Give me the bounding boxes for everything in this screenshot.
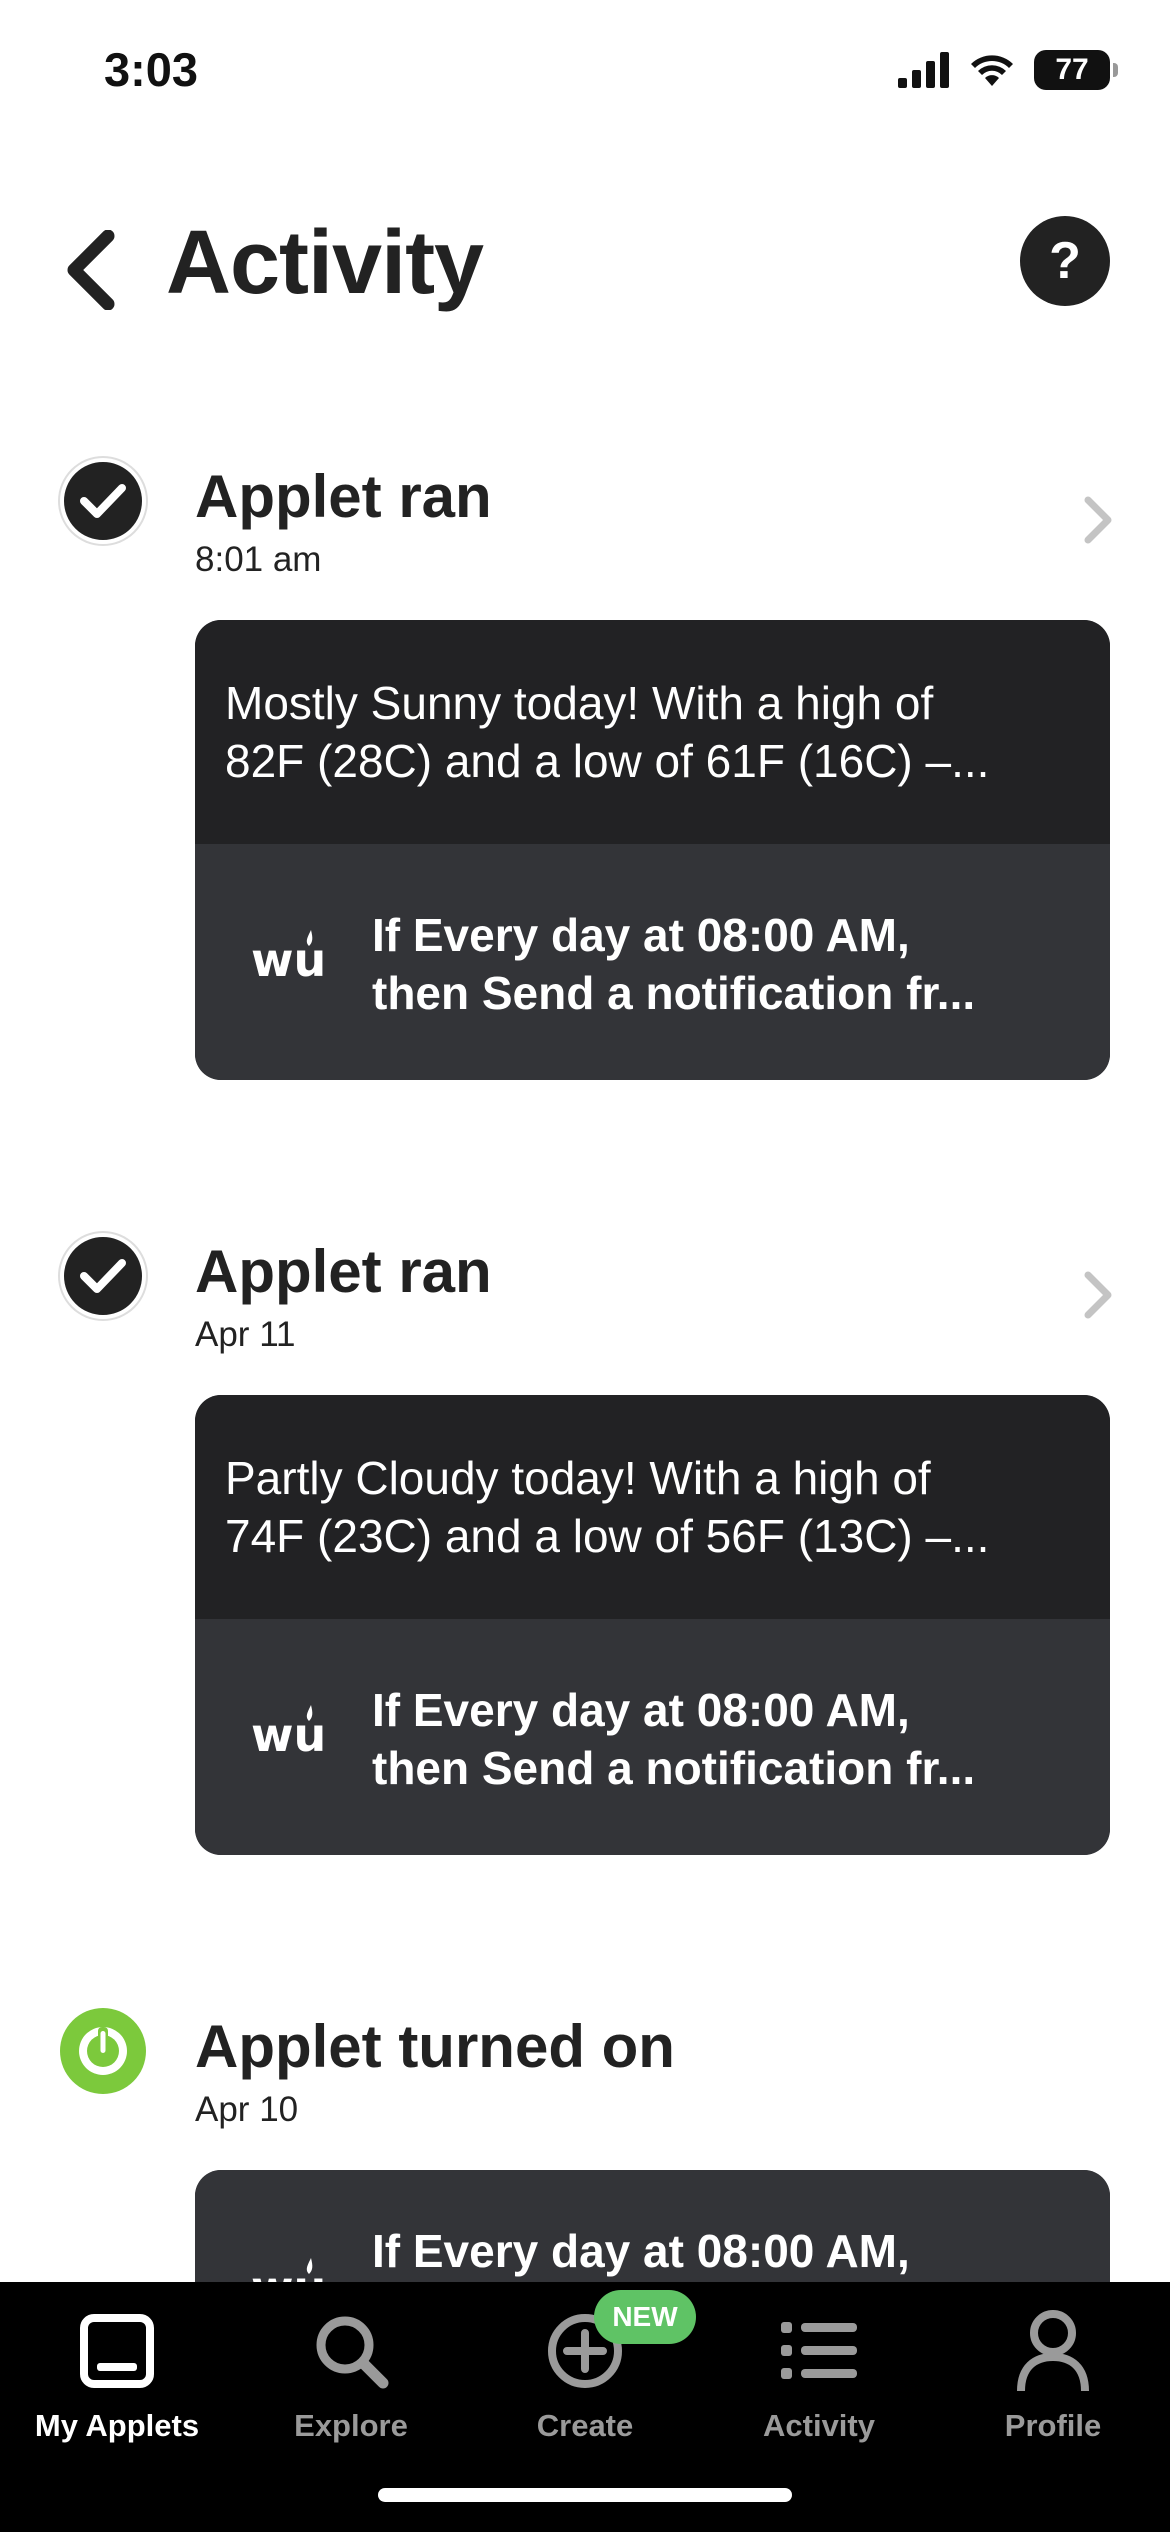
entry-title: Applet ran	[195, 463, 492, 530]
help-button[interactable]: ?	[1020, 216, 1110, 306]
battery-indicator: 77	[1034, 50, 1118, 90]
entry-title: Applet ran	[195, 1238, 492, 1305]
applet-summary: wu If Every day at 08:00 AM, then Send a…	[195, 844, 1110, 1080]
activity-card[interactable]: Partly Cloudy today! With a high of 74F …	[195, 1395, 1110, 1855]
weather-underground-logo: wu	[251, 930, 326, 987]
svg-text:wu: wu	[251, 1708, 326, 1762]
tab-activity[interactable]: Activity	[702, 2296, 936, 2476]
status-time: 3:03	[104, 43, 199, 96]
signal-icon	[898, 52, 949, 88]
chevron-right-icon[interactable]	[1078, 490, 1118, 550]
wifi-icon	[971, 55, 1013, 86]
page-title: Activity	[166, 213, 484, 313]
entry-time: Apr 10	[195, 2090, 299, 2129]
notification-message: Mostly Sunny today! With a high of 82F (…	[195, 620, 1110, 844]
activity-card[interactable]: Mostly Sunny today! With a high of 82F (…	[195, 620, 1110, 1080]
tab-explore[interactable]: Explore	[234, 2296, 468, 2476]
check-circle-icon	[60, 458, 146, 544]
new-badge: NEW	[594, 2290, 696, 2344]
status-bar: 3:03 77	[0, 0, 1170, 140]
tab-profile[interactable]: Profile	[936, 2296, 1170, 2476]
header: Activity ?	[0, 190, 1170, 330]
power-icon	[60, 2008, 146, 2094]
notification-message: Partly Cloudy today! With a high of 74F …	[195, 1395, 1110, 1619]
chevron-left-icon	[67, 230, 115, 310]
home-indicator	[378, 2488, 792, 2502]
applet-description: If Every day at 08:00 AM, then Send a no…	[372, 909, 976, 1019]
entry-time: Apr 11	[195, 1315, 296, 1354]
applet-summary: wu If Every day at 08:00 AM, then Send a…	[195, 1619, 1110, 1855]
my-applets-icon	[72, 2306, 162, 2396]
tab-my-applets[interactable]: My Applets	[0, 2296, 234, 2476]
applet-description: If Every day at 08:00 AM, then Send a no…	[372, 1684, 976, 1794]
weather-underground-logo: wu	[251, 1705, 326, 1762]
back-button[interactable]	[50, 220, 130, 320]
entry-title: Applet turned on	[195, 2013, 675, 2080]
person-icon	[1008, 2306, 1098, 2396]
applet-description: If Every day at 08:00 AM,	[372, 2225, 910, 2277]
list-icon	[774, 2306, 864, 2396]
search-icon	[306, 2306, 396, 2396]
chevron-right-icon[interactable]	[1078, 1265, 1118, 1325]
entry-time: 8:01 am	[195, 540, 322, 579]
status-icons: 77	[898, 50, 1118, 90]
check-circle-icon	[60, 1233, 146, 1319]
svg-text:wu: wu	[251, 933, 326, 987]
